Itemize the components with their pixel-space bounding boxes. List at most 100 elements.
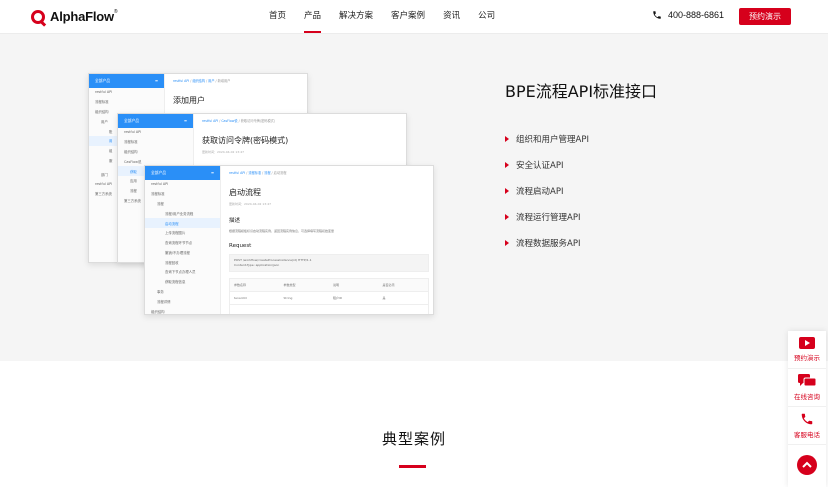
crumb-item: restful API bbox=[229, 171, 246, 175]
doc-sidebar-header: 全部产品 ≡ bbox=[118, 114, 193, 128]
chevron-icon: ≡ bbox=[210, 170, 214, 175]
api-feature-item: 安全认证API bbox=[505, 152, 589, 178]
doc-sidebar-item: 流程回收 bbox=[165, 260, 179, 265]
doc-sidebar-item: 流程标准 bbox=[124, 140, 138, 145]
code-line: Content-Type: application/json bbox=[234, 263, 280, 267]
crumb-item: 启动流程 bbox=[273, 171, 287, 175]
doc-sidebar-item: 启动流程 bbox=[145, 218, 220, 228]
doc-breadcrumb: restful API / 流程标准 / 流程 / 启动流程 bbox=[229, 171, 287, 175]
doc-sidebar-item: 获取流程信息 bbox=[165, 280, 186, 285]
video-play-icon bbox=[799, 337, 815, 349]
sidebar-header-label: 全部产品 bbox=[124, 118, 140, 123]
doc-param-table: 参数名称 参数类型 说明 是否必须 tenantId String 租户ID 是 bbox=[229, 278, 429, 314]
table-cell: 租户ID bbox=[333, 296, 343, 300]
table-header-cell: 参数类型 bbox=[283, 283, 296, 287]
sidebar-header-label: 全部产品 bbox=[151, 170, 167, 175]
site-header: AlphaFlow® 首页 产品 解决方案 客户案例 资讯 公司 400-888… bbox=[0, 0, 828, 34]
float-label: 在线咨询 bbox=[794, 393, 820, 401]
doc-updated-time: 更新时间：2024-04-02 13:47 bbox=[202, 150, 245, 154]
cases-section-title: 典型案例 bbox=[381, 430, 446, 448]
table-header-cell: 是否必须 bbox=[382, 283, 395, 287]
nav-item-home[interactable]: 首页 bbox=[260, 0, 295, 34]
doc-sidebar-header: 全部产品 ≡ bbox=[89, 74, 164, 88]
table-header-cell: 参数名称 bbox=[234, 283, 247, 287]
table-header-cell: 说明 bbox=[333, 283, 340, 287]
doc-page-title: 添加用户 bbox=[173, 96, 205, 105]
api-doc-screenshot-start-process: 全部产品 ≡ restful API 流程标准 流程 流程/用户业务流程 启动流程… bbox=[144, 165, 434, 315]
phone-icon bbox=[653, 11, 661, 19]
nav-item-company[interactable]: 公司 bbox=[469, 0, 504, 34]
chevron-icon: ≡ bbox=[183, 118, 187, 123]
doc-sidebar-item: 流程/用户业务流程 bbox=[165, 211, 194, 216]
nav-item-solutions[interactable]: 解决方案 bbox=[330, 0, 382, 34]
chevron-icon: ≡ bbox=[154, 78, 158, 83]
crumb-item: 组织结构 bbox=[192, 79, 206, 83]
cases-title-underline bbox=[399, 465, 426, 468]
float-label: 预约演示 bbox=[794, 354, 820, 362]
doc-code-block: POST /workflow/createProcessInstance(id)… bbox=[229, 254, 429, 272]
api-section-title: BPE流程API标准接口 bbox=[505, 82, 658, 101]
doc-page-title: 启动流程 bbox=[229, 188, 261, 197]
book-demo-button[interactable]: 预约演示 bbox=[739, 8, 791, 25]
phone-number: 400-888-6861 bbox=[668, 10, 725, 20]
api-feature-item: 组织和用户管理API bbox=[505, 126, 589, 152]
brand-name: AlphaFlow bbox=[50, 9, 114, 24]
main-nav: 首页 产品 解决方案 客户案例 资讯 公司 bbox=[260, 0, 504, 34]
api-feature-label: 流程运行管理API bbox=[516, 213, 581, 223]
doc-sidebar-item: 事务 bbox=[157, 289, 164, 294]
crumb-item: 获取访问令牌(密码模式) bbox=[240, 119, 276, 123]
doc-description: 根据流程模板标识启动流程实例，返回流程实例信息，可选择填写流程初始变量 bbox=[229, 229, 335, 233]
doc-sidebar-item: 流程 bbox=[157, 201, 164, 206]
doc-sidebar-item: 流程标准 bbox=[95, 100, 109, 105]
back-to-top-button[interactable] bbox=[788, 445, 826, 485]
header-phone[interactable]: 400-888-6861 bbox=[652, 10, 724, 20]
api-feature-item: 流程数据服务API bbox=[505, 230, 589, 256]
doc-sidebar-item: restful API bbox=[95, 90, 113, 95]
api-feature-list: 组织和用户管理API 安全认证API 流程启动API 流程运行管理API 流程数… bbox=[505, 126, 589, 256]
crumb-item: 新增用户 bbox=[217, 79, 231, 83]
doc-sidebar-item: 流程标准 bbox=[151, 192, 165, 197]
arrow-right-icon bbox=[505, 214, 509, 220]
doc-sidebar-item: restful API bbox=[151, 182, 169, 187]
doc-sidebar-item: 查询下节点办理人员 bbox=[165, 270, 196, 275]
doc-sidebar-item: restful API bbox=[124, 130, 142, 135]
doc-sidebar-item: 上传流程图片 bbox=[165, 231, 186, 236]
doc-content: restful API / 组织结构 / 用户 / 新增用户 添加用户 bbox=[173, 74, 303, 106]
table-cell: tenantId bbox=[234, 296, 247, 300]
float-label: 客服电话 bbox=[794, 431, 820, 439]
nav-item-products[interactable]: 产品 bbox=[295, 0, 330, 34]
doc-section-heading: 描述 bbox=[229, 218, 241, 224]
doc-section-heading: Request bbox=[229, 243, 252, 249]
table-cell: 是 bbox=[382, 296, 386, 300]
float-book-demo[interactable]: 预约演示 bbox=[788, 331, 826, 369]
nav-item-cases[interactable]: 客户案例 bbox=[382, 0, 434, 34]
api-feature-item: 流程运行管理API bbox=[505, 204, 589, 230]
doc-sidebar-item: 撤销/不办理流程 bbox=[165, 250, 190, 255]
arrow-right-icon bbox=[505, 162, 509, 168]
doc-content: restful API / CasFlow说 / 获取访问令牌(密码模式) 获取… bbox=[202, 114, 402, 154]
floating-contact-bar: 预约演示 在线咨询 客服电话 bbox=[788, 331, 826, 487]
float-online-chat[interactable]: 在线咨询 bbox=[788, 369, 826, 407]
doc-updated-time: 更新时间：2024-04-02 13:47 bbox=[229, 202, 272, 206]
doc-sidebar-item: 查询流程环节节点 bbox=[165, 241, 193, 246]
crumb-item: CasFlow说 bbox=[221, 119, 238, 123]
arrow-right-icon bbox=[505, 240, 509, 246]
doc-sidebar-header: 全部产品 ≡ bbox=[145, 166, 220, 180]
doc-page-title: 获取访问令牌(密码模式) bbox=[202, 136, 289, 145]
nav-item-news[interactable]: 资讯 bbox=[434, 0, 469, 34]
doc-sidebar-item: 组织结构 bbox=[124, 149, 138, 154]
crumb-item: 用户 bbox=[208, 79, 215, 83]
table-row-empty bbox=[230, 305, 428, 314]
api-feature-label: 安全认证API bbox=[516, 161, 564, 171]
brand-logo[interactable]: AlphaFlow® bbox=[31, 9, 118, 24]
logo-mark-icon bbox=[31, 9, 45, 24]
float-service-phone[interactable]: 客服电话 bbox=[788, 407, 826, 445]
crumb-item: restful API bbox=[202, 119, 219, 123]
phone-icon bbox=[801, 413, 813, 425]
api-feature-item: 流程启动API bbox=[505, 178, 589, 204]
arrow-right-icon bbox=[505, 136, 509, 142]
api-feature-label: 流程数据服务API bbox=[516, 239, 581, 249]
api-feature-label: 流程启动API bbox=[516, 187, 564, 197]
doc-breadcrumb: restful API / 组织结构 / 用户 / 新增用户 bbox=[173, 79, 231, 83]
table-cell: String bbox=[283, 296, 293, 300]
